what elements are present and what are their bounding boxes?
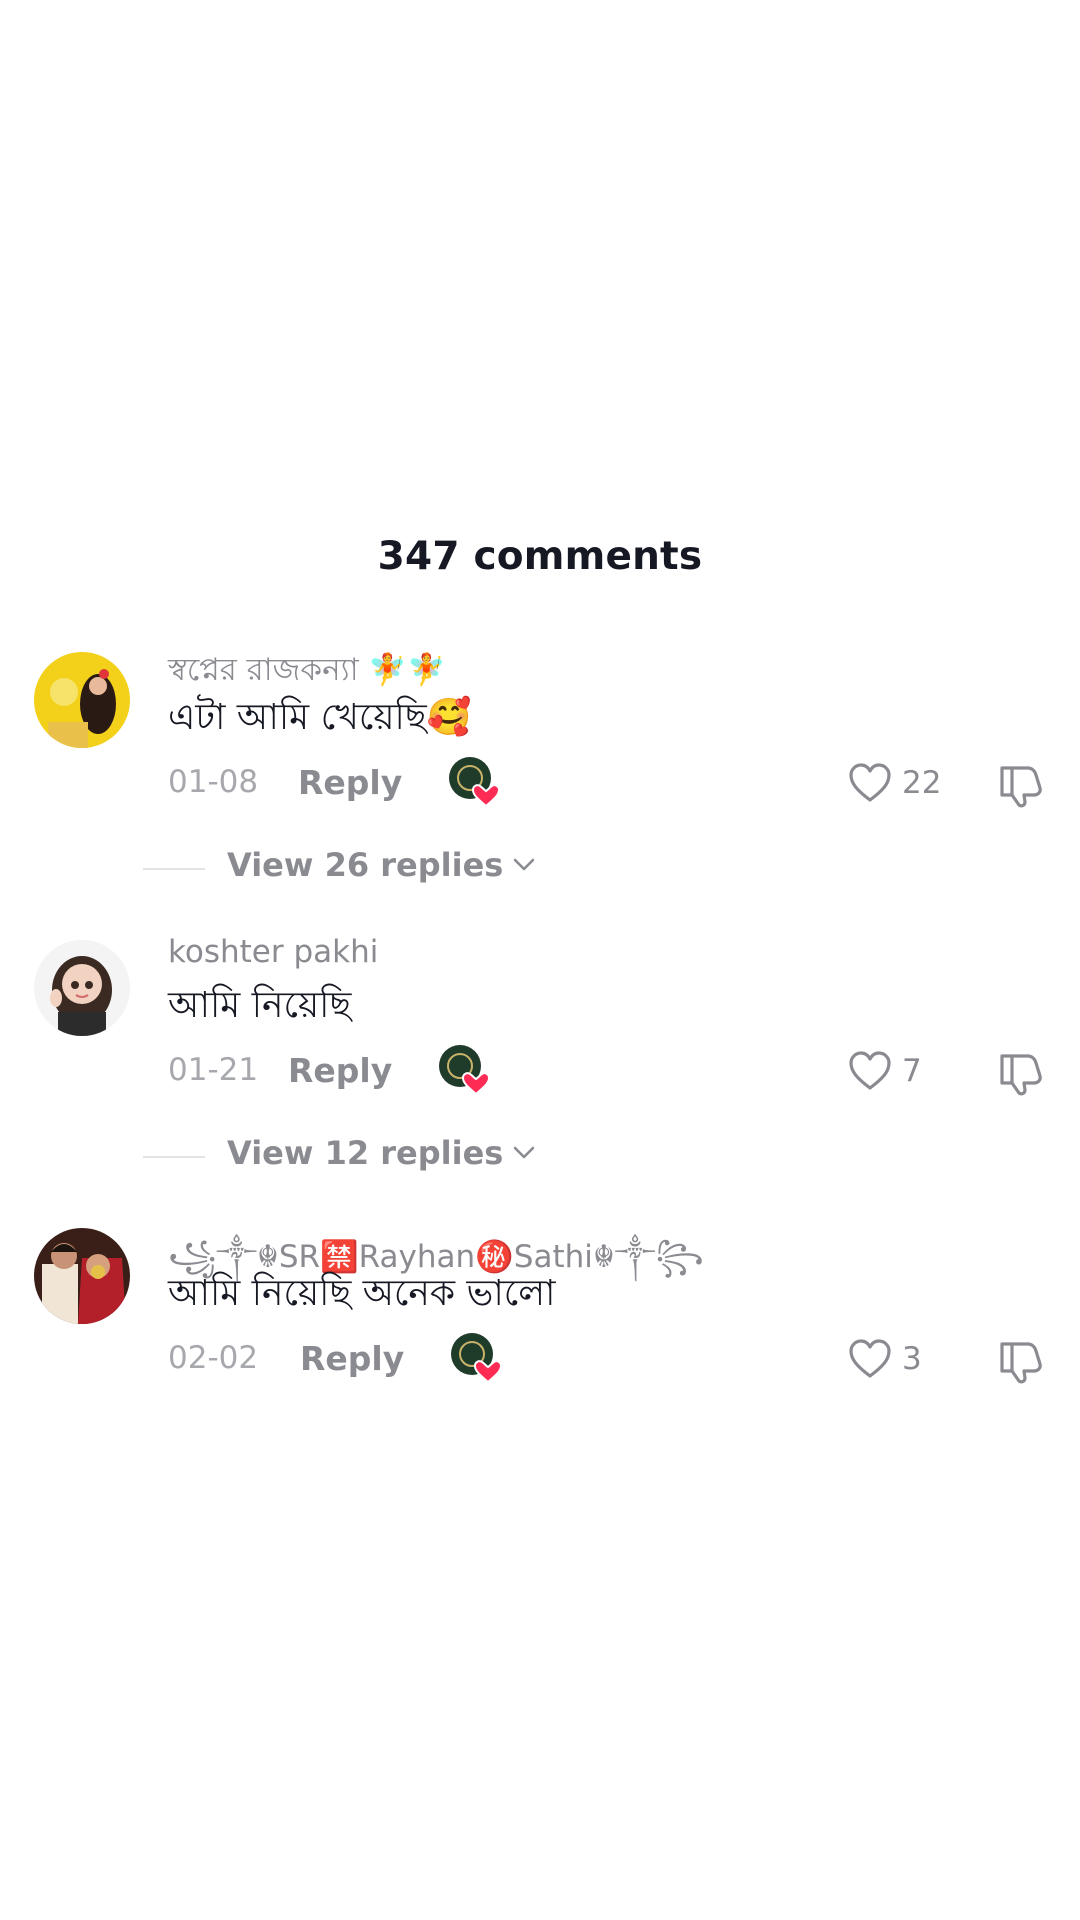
dislike-button[interactable] [998, 762, 1044, 812]
comment-item: koshter pakhi আমি নিয়েছি 01-21 Reply 7 [0, 934, 1080, 1140]
creator-liked-heart-icon [438, 1044, 491, 1096]
comment-meta: 01-08 Reply [168, 757, 501, 808]
creator-liked-heart-icon [450, 1332, 503, 1384]
comments-title: 347 comments [377, 534, 703, 579]
comment-item: ꧁༒☬SR🈲Rayhan㊙️Sathi☬༒꧂ আমি নিয়েছি অনেক … [0, 1228, 1080, 1428]
comment-text: আমি নিয়েছি [168, 985, 352, 1026]
comment-date: 01-08 [168, 764, 259, 800]
comment-date: 01-21 [168, 1052, 259, 1088]
view-replies[interactable]: View 26 replies [0, 846, 1080, 890]
heart-outline-icon [849, 1339, 891, 1378]
comment-item: স্বপ্নের রাজকন্যা 🧚🧚 এটা আমি খেয়েছি🥰 01… [0, 652, 1080, 852]
like-count: 7 [902, 1053, 922, 1089]
chevron-down-icon [514, 1146, 535, 1159]
divider [143, 868, 205, 870]
reply-button[interactable]: Reply [298, 763, 448, 802]
reply-button[interactable]: Reply [288, 1051, 438, 1090]
comment-meta: 02-02 Reply [168, 1333, 503, 1384]
like-count: 22 [902, 765, 942, 801]
view-replies[interactable]: View 12 replies [0, 1134, 1080, 1178]
user-avatar[interactable] [34, 1228, 130, 1324]
view-replies-label[interactable]: View 26 replies [227, 846, 535, 884]
like-count: 3 [902, 1341, 922, 1377]
like-button[interactable]: 22 [848, 762, 941, 804]
thumbs-down-icon [1000, 1054, 1042, 1096]
heart-outline-icon [849, 1051, 891, 1090]
comment-text: আমি নিয়েছি অনেক ভালো [168, 1273, 556, 1314]
view-replies-label[interactable]: View 12 replies [227, 1134, 535, 1172]
view-replies-text: View 26 replies [227, 846, 504, 884]
comment-text: এটা আমি খেয়েছি🥰 [168, 697, 472, 738]
dislike-button[interactable] [998, 1338, 1044, 1388]
comment-username[interactable]: koshter pakhi [168, 934, 378, 970]
thumbs-down-icon [1000, 766, 1042, 808]
divider [143, 1156, 205, 1158]
creator-liked-heart-icon [448, 756, 501, 808]
reply-button[interactable]: Reply [300, 1339, 450, 1378]
like-button[interactable]: 7 [848, 1050, 922, 1092]
chevron-down-icon [514, 858, 535, 871]
user-avatar[interactable] [34, 652, 130, 748]
comment-date: 02-02 [168, 1340, 259, 1376]
thumbs-down-icon [1000, 1342, 1042, 1384]
heart-outline-icon [849, 763, 891, 802]
user-avatar[interactable] [34, 940, 130, 1036]
like-button[interactable]: 3 [848, 1338, 922, 1380]
comment-meta: 01-21 Reply [168, 1045, 491, 1096]
dislike-button[interactable] [998, 1050, 1044, 1100]
view-replies-text: View 12 replies [227, 1134, 504, 1172]
